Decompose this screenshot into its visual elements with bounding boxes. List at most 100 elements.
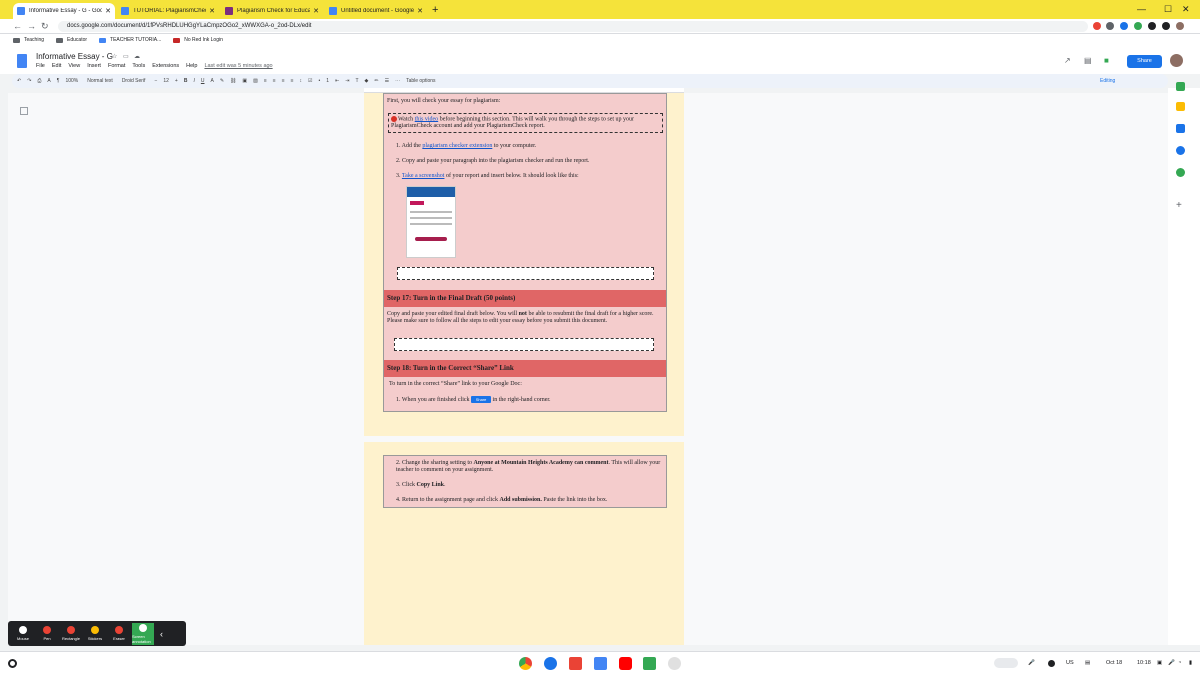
avatar[interactable] [1170,54,1183,67]
bookmark-no-red-ink[interactable]: No Red Ink Login [173,37,223,43]
close-tab-icon[interactable]: ✕ [313,7,319,15]
gmail-icon[interactable] [569,657,582,670]
tab-informative-essay[interactable]: Informative Essay - G - Google D ✕ [13,3,115,19]
align-right-icon[interactable]: ≡ [282,78,285,84]
add-comment-icon[interactable]: ▣ [242,78,247,84]
highlight-icon[interactable]: ✎ [220,78,224,84]
pen-tool-button[interactable]: Pen [36,623,58,645]
cell-background-icon[interactable]: ◆ [365,78,369,84]
input-method[interactable]: US [1066,660,1074,666]
extension-icon[interactable] [1106,22,1114,30]
tab-untitled-document[interactable]: Untitled document - Google Docs ✕ [325,3,427,19]
launcher-icon[interactable] [8,659,17,668]
underline-icon[interactable]: U [201,78,205,84]
menu-view[interactable]: View [68,63,80,69]
move-folder-icon[interactable]: ▭ [123,53,129,60]
eraser-tool-button[interactable]: Eraser [108,623,130,645]
clock[interactable]: 10:18 [1137,660,1151,666]
align-left-icon[interactable]: ≡ [264,78,267,84]
border-color-icon[interactable]: ✏ [374,78,378,84]
border-dash-icon[interactable]: ⋯ [395,78,400,84]
microphone-icon[interactable]: 🎤 [1028,660,1035,666]
increase-indent-icon[interactable]: ⇥ [345,78,349,84]
youtube-icon[interactable] [619,657,632,670]
keep-icon[interactable] [1176,102,1185,111]
chrome-icon[interactable] [519,657,532,670]
screen-annotation-button[interactable]: Screen annotation [132,622,154,645]
menu-format[interactable]: Format [108,63,125,69]
tasks-icon[interactable] [1176,124,1185,133]
mic-status-icon[interactable]: 🎤 [1168,660,1175,666]
document-outline-icon[interactable] [20,107,28,115]
tab-tutorial[interactable]: TUTORIAL: PlagiarismCheck.org ✕ [117,3,219,19]
extension-icon[interactable] [1134,22,1142,30]
tab-plagiarism-check[interactable]: Plagiarism Check for Educators ✕ [221,3,323,19]
font-size-decrease-icon[interactable]: − [154,78,157,84]
font-select[interactable]: Droid Serif [122,78,146,84]
table-options-button[interactable]: Table options [406,78,435,84]
date-label[interactable]: Oct 18 [1106,660,1122,666]
close-tab-icon[interactable]: ✕ [417,7,423,15]
collapse-toolbar-icon[interactable]: ‹ [160,629,163,639]
comment-history-icon[interactable]: ▤ [1084,56,1092,65]
screen-capture-icon[interactable]: ▣ [1157,660,1162,666]
meet-icon[interactable]: ■ [1104,56,1109,65]
sheets-icon[interactable] [1176,82,1185,91]
insert-image-icon[interactable]: ▨ [253,78,258,84]
stickers-tool-button[interactable]: Stickers [84,623,106,645]
new-tab-button[interactable]: + [432,3,438,17]
paint-format-icon[interactable]: ¶ [57,78,60,84]
do-not-disturb-icon[interactable] [1048,660,1055,667]
menu-extensions[interactable]: Extensions [152,63,179,69]
bulleted-list-icon[interactable]: • [319,78,321,84]
back-icon[interactable]: ← [13,21,22,31]
last-edit-link[interactable]: Last edit was 5 minutes ago [204,63,272,69]
numbered-list-icon[interactable]: 1 [326,78,329,84]
spellcheck-icon[interactable]: A [47,78,50,84]
maps-icon[interactable] [1176,168,1185,177]
activity-trend-icon[interactable]: ↗ [1064,56,1071,65]
italic-icon[interactable]: I [193,78,194,84]
zoom-select[interactable]: 100% [65,78,78,84]
close-tab-icon[interactable]: ✕ [209,7,215,15]
checklist-icon[interactable]: ☑ [308,78,312,84]
rectangle-tool-button[interactable]: Rectangle [60,623,82,645]
editing-mode-select[interactable]: Editing [1100,78,1115,84]
example-report-image[interactable] [406,186,456,258]
profile-icon[interactable] [1176,22,1184,30]
docs-logo-icon[interactable] [17,54,27,68]
bookmark-teaching[interactable]: Teaching [13,37,44,43]
style-select[interactable]: Normal text [87,78,113,84]
font-size-increase-icon[interactable]: + [175,78,178,84]
decrease-indent-icon[interactable]: ⇤ [335,78,339,84]
share-button[interactable]: Share [1127,55,1162,68]
redo-icon[interactable]: ↷ [27,78,31,84]
extension-icon[interactable] [1120,22,1128,30]
play-store-icon[interactable] [643,657,656,670]
menu-edit[interactable]: Edit [52,63,61,69]
clipboard-icon[interactable]: ▤ [1085,660,1090,666]
screenshot-paste-box[interactable] [397,267,654,280]
assignment-table-continued[interactable]: 2. Change the sharing setting to Anyone … [383,455,667,508]
battery-icon[interactable]: ▮ [1189,660,1192,666]
line-spacing-icon[interactable]: ↕ [300,78,303,84]
menu-file[interactable]: File [36,63,45,69]
close-tab-icon[interactable]: ✕ [105,7,111,15]
star-icon[interactable]: ☆ [112,53,117,60]
docs-icon[interactable] [594,657,607,670]
border-width-icon[interactable]: ☰ [385,78,389,84]
forward-icon[interactable]: → [27,21,36,31]
minimize-icon[interactable]: — [1137,4,1146,14]
mouse-tool-button[interactable]: Mouse [12,623,34,645]
menu-tools[interactable]: Tools [132,63,145,69]
screenshot-link[interactable]: Take a screenshot [402,173,445,179]
extension-link[interactable]: plagiarism checker extension [422,143,492,149]
files-icon[interactable] [544,657,557,670]
print-icon[interactable]: ⎙ [37,78,41,84]
align-justify-icon[interactable]: ≡ [291,78,294,84]
bold-icon[interactable]: B [184,78,188,84]
menu-insert[interactable]: Insert [87,63,101,69]
url-input[interactable]: docs.google.com/document/d/1fPVsRHDLUHGg… [58,21,1088,32]
link-icon[interactable]: ⛓ [230,78,236,84]
maximize-icon[interactable]: ☐ [1164,4,1172,15]
